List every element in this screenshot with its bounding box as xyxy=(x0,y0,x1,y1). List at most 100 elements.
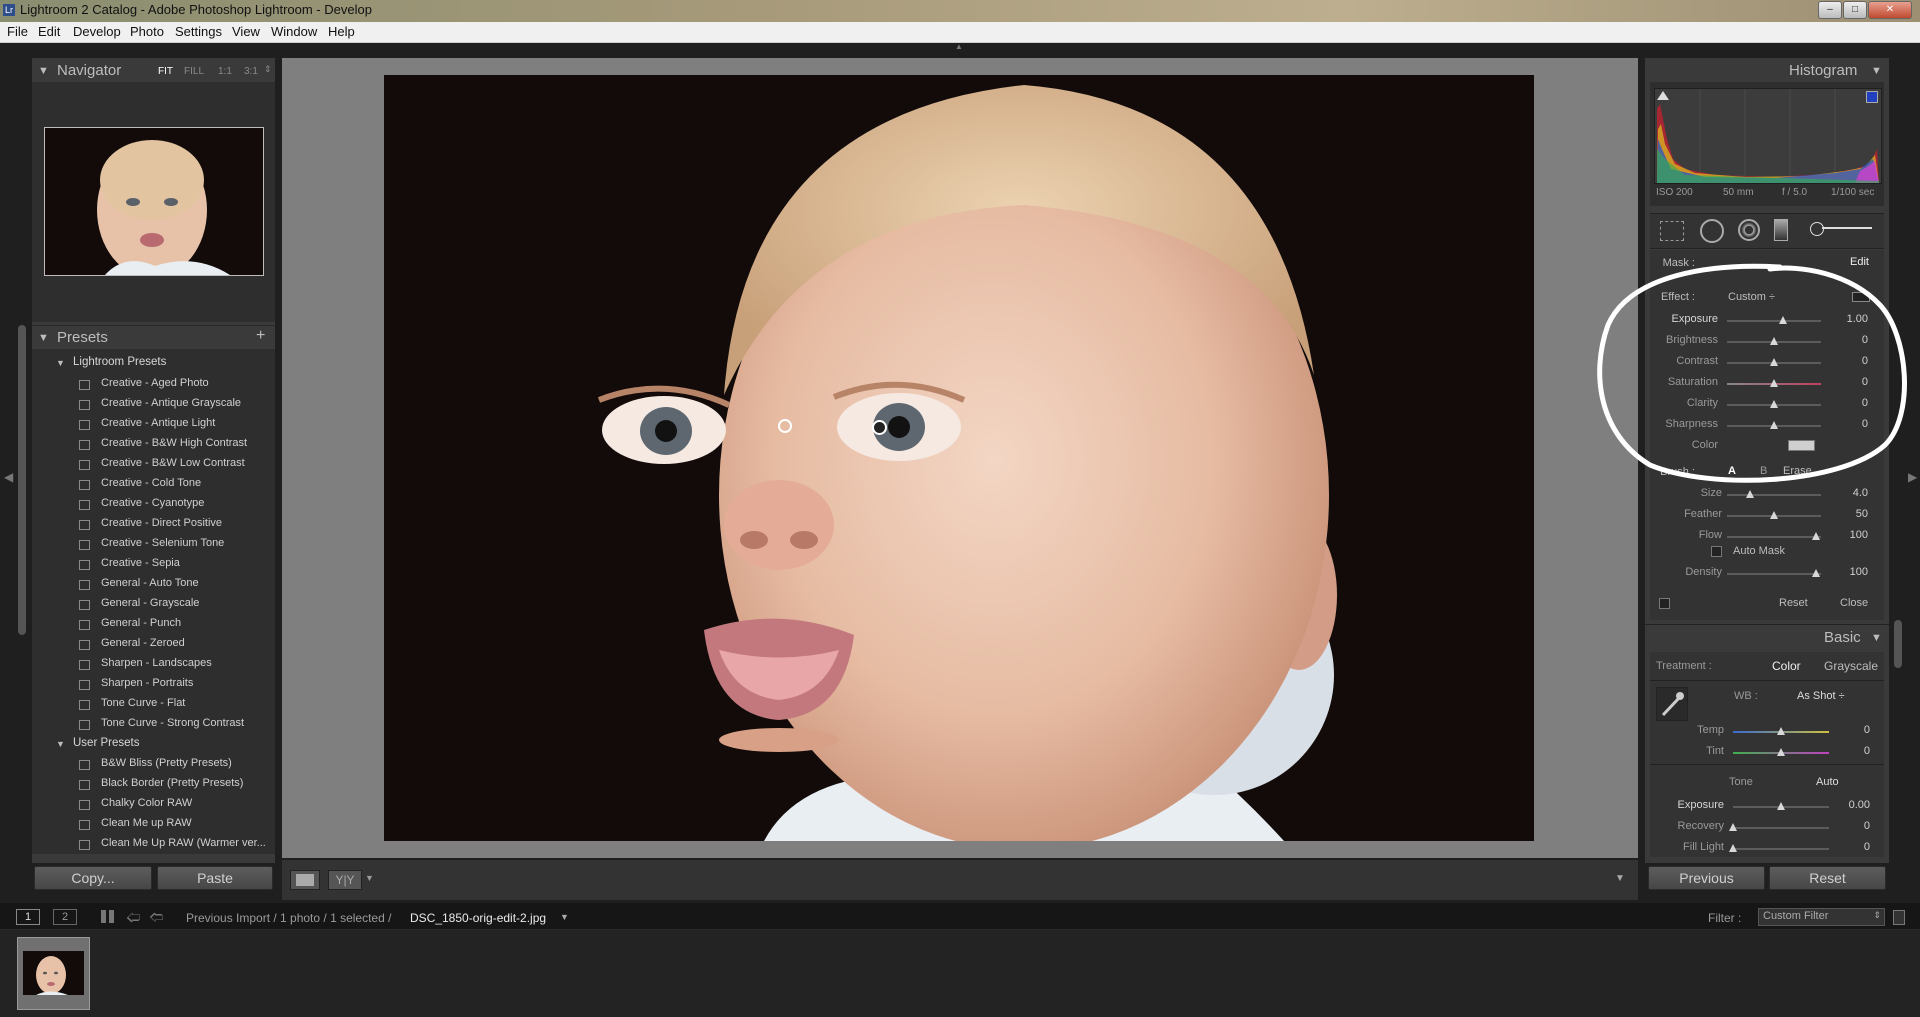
menu-view[interactable]: View xyxy=(232,24,260,39)
left-panel-scrollbar[interactable] xyxy=(18,325,26,635)
spot-removal-icon[interactable] xyxy=(1700,219,1724,243)
navigator-collapse-icon[interactable]: ▼ xyxy=(38,65,49,77)
presets-collapse-icon[interactable]: ▼ xyxy=(38,332,49,344)
preset-creative-aged-photo[interactable]: Creative - Aged Photo xyxy=(101,377,209,389)
preset-creative-b-w-low-contrast[interactable]: Creative - B&W Low Contrast xyxy=(101,457,245,469)
preset-tone-curve-flat[interactable]: Tone Curve - Flat xyxy=(101,697,185,709)
preset-clean-me-up-raw[interactable]: Clean Me up RAW xyxy=(101,817,192,829)
adjustment-brush-icon[interactable] xyxy=(1810,222,1872,236)
filmstrip-source-path[interactable]: Previous Import / 1 photo / 1 selected / xyxy=(186,911,391,925)
preset-clean-me-up-raw-warmer-ver[interactable]: Clean Me Up RAW (Warmer ver... xyxy=(101,837,266,849)
left-panel-toggle-icon[interactable]: ◀ xyxy=(4,470,13,484)
primary-window-button[interactable]: 1 xyxy=(16,909,40,925)
preset-creative-cold-tone[interactable]: Creative - Cold Tone xyxy=(101,477,201,489)
fill-light-value[interactable]: 0 xyxy=(1830,841,1870,853)
temp-slider-thumb[interactable] xyxy=(1777,727,1785,735)
brush-reset-button[interactable]: Reset xyxy=(1779,597,1808,609)
density-slider[interactable] xyxy=(1727,573,1821,575)
flow-slider[interactable] xyxy=(1727,536,1821,538)
right-panel-scrollbar[interactable] xyxy=(1894,620,1902,668)
preset-black-border-pretty-presets[interactable]: Black Border (Pretty Presets) xyxy=(101,777,243,789)
exposure-slider-thumb[interactable] xyxy=(1777,802,1785,810)
adjustment-brush-pin[interactable] xyxy=(872,420,887,435)
recovery-value[interactable]: 0 xyxy=(1830,820,1870,832)
preset-sharpen-portraits[interactable]: Sharpen - Portraits xyxy=(101,677,193,689)
view-dropdown-icon[interactable]: ▼ xyxy=(365,873,374,883)
loupe-view-button[interactable] xyxy=(290,870,320,890)
zoom-fill[interactable]: FILL xyxy=(184,66,204,77)
menu-settings[interactable]: Settings xyxy=(175,24,222,39)
tint-slider-thumb[interactable] xyxy=(1777,748,1785,756)
copy-settings-button[interactable]: Copy... xyxy=(34,866,152,890)
toolbar-options-icon[interactable]: ▼ xyxy=(1615,873,1625,884)
preset-sharpen-landscapes[interactable]: Sharpen - Landscapes xyxy=(101,657,212,669)
minimize-button[interactable]: – xyxy=(1818,1,1842,19)
filter-lock-icon[interactable] xyxy=(1893,910,1905,925)
menu-help[interactable]: Help xyxy=(328,24,355,39)
treatment-grayscale-button[interactable]: Grayscale xyxy=(1824,659,1878,673)
preset-creative-antique-grayscale[interactable]: Creative - Antique Grayscale xyxy=(101,397,241,409)
flow-slider-thumb[interactable] xyxy=(1812,532,1821,540)
recovery-slider-thumb[interactable] xyxy=(1729,823,1737,831)
fill-light-slider[interactable] xyxy=(1733,848,1829,850)
forward-arrow-icon[interactable]: 🢢 xyxy=(149,907,163,931)
menu-edit[interactable]: Edit xyxy=(38,24,60,39)
preset-chalky-color-raw[interactable]: Chalky Color RAW xyxy=(101,797,192,809)
preset-general-punch[interactable]: General - Punch xyxy=(101,617,181,629)
top-panel-toggle-icon[interactable]: ▲ xyxy=(955,43,965,51)
auto-mask-checkbox[interactable] xyxy=(1711,546,1722,557)
grid-view-icon[interactable] xyxy=(101,910,114,923)
folder-lightroom-presets[interactable]: Lightroom Presets xyxy=(73,356,166,368)
preset-creative-selenium-tone[interactable]: Creative - Selenium Tone xyxy=(101,537,224,549)
density-slider-thumb[interactable] xyxy=(1812,569,1821,577)
crop-overlay-icon[interactable] xyxy=(1660,221,1684,241)
auto-tone-button[interactable]: Auto xyxy=(1816,776,1839,788)
paste-settings-button[interactable]: Paste xyxy=(157,866,273,890)
main-photo[interactable] xyxy=(384,75,1534,841)
zoom-1-1[interactable]: 1:1 xyxy=(218,66,232,77)
fill-light-slider-thumb[interactable] xyxy=(1729,844,1737,852)
highlight-clipping-icon[interactable] xyxy=(1866,91,1878,103)
exposure-value[interactable]: 0.00 xyxy=(1830,799,1870,811)
zoom-chevron-icon[interactable]: ⇕ xyxy=(264,64,272,75)
flow-value[interactable]: 100 xyxy=(1828,529,1868,541)
maximize-button[interactable]: □ xyxy=(1843,1,1867,19)
density-value[interactable]: 100 xyxy=(1828,566,1868,578)
preset-general-zeroed[interactable]: General - Zeroed xyxy=(101,637,185,649)
close-window-button[interactable]: ✕ xyxy=(1868,1,1912,19)
wb-eyedropper-icon[interactable] xyxy=(1656,687,1688,721)
treatment-color-button[interactable]: Color xyxy=(1772,659,1801,673)
filename-dropdown-icon[interactable]: ▼ xyxy=(560,912,569,922)
histogram-collapse-icon[interactable]: ▼ xyxy=(1871,65,1882,77)
folder-user-presets[interactable]: User Presets xyxy=(73,737,139,749)
preset-creative-direct-positive[interactable]: Creative - Direct Positive xyxy=(101,517,222,529)
preset-creative-sepia[interactable]: Creative - Sepia xyxy=(101,557,180,569)
user-presets-folder-icon[interactable]: ▼ xyxy=(56,739,65,749)
graduated-filter-icon[interactable] xyxy=(1774,219,1788,241)
navigator-preview[interactable] xyxy=(44,127,264,276)
filter-dropdown[interactable]: Custom Filter ⇕ xyxy=(1758,908,1885,926)
zoom-fit[interactable]: FIT xyxy=(158,66,173,77)
wb-dropdown[interactable]: As Shot ÷ xyxy=(1797,690,1845,702)
filmstrip-filename[interactable]: DSC_1850-orig-edit-2.jpg xyxy=(410,911,546,925)
brush-panel-switch-icon[interactable] xyxy=(1659,598,1670,609)
size-slider[interactable] xyxy=(1727,494,1821,496)
zoom-3-1[interactable]: 3:1 xyxy=(244,66,258,77)
basic-collapse-icon[interactable]: ▼ xyxy=(1871,632,1882,644)
red-eye-icon[interactable] xyxy=(1738,219,1760,241)
preset-b-w-bliss-pretty-presets[interactable]: B&W Bliss (Pretty Presets) xyxy=(101,757,232,769)
filmstrip-thumbnail[interactable] xyxy=(17,937,90,1010)
temp-value[interactable]: 0 xyxy=(1830,724,1870,736)
preset-tone-curve-strong-contrast[interactable]: Tone Curve - Strong Contrast xyxy=(101,717,244,729)
size-slider-thumb[interactable] xyxy=(1745,490,1754,498)
menu-develop[interactable]: Develop xyxy=(73,24,121,39)
brush-close-button[interactable]: Close xyxy=(1840,597,1868,609)
menu-file[interactable]: File xyxy=(7,24,28,39)
lightroom-presets-folder-icon[interactable]: ▼ xyxy=(56,358,65,368)
back-arrow-icon[interactable]: 🢠 xyxy=(126,907,140,931)
preset-creative-antique-light[interactable]: Creative - Antique Light xyxy=(101,417,215,429)
add-preset-icon[interactable]: + xyxy=(256,327,265,345)
menu-photo[interactable]: Photo xyxy=(130,24,164,39)
preset-general-auto-tone[interactable]: General - Auto Tone xyxy=(101,577,199,589)
shadow-clipping-icon[interactable] xyxy=(1657,91,1669,100)
